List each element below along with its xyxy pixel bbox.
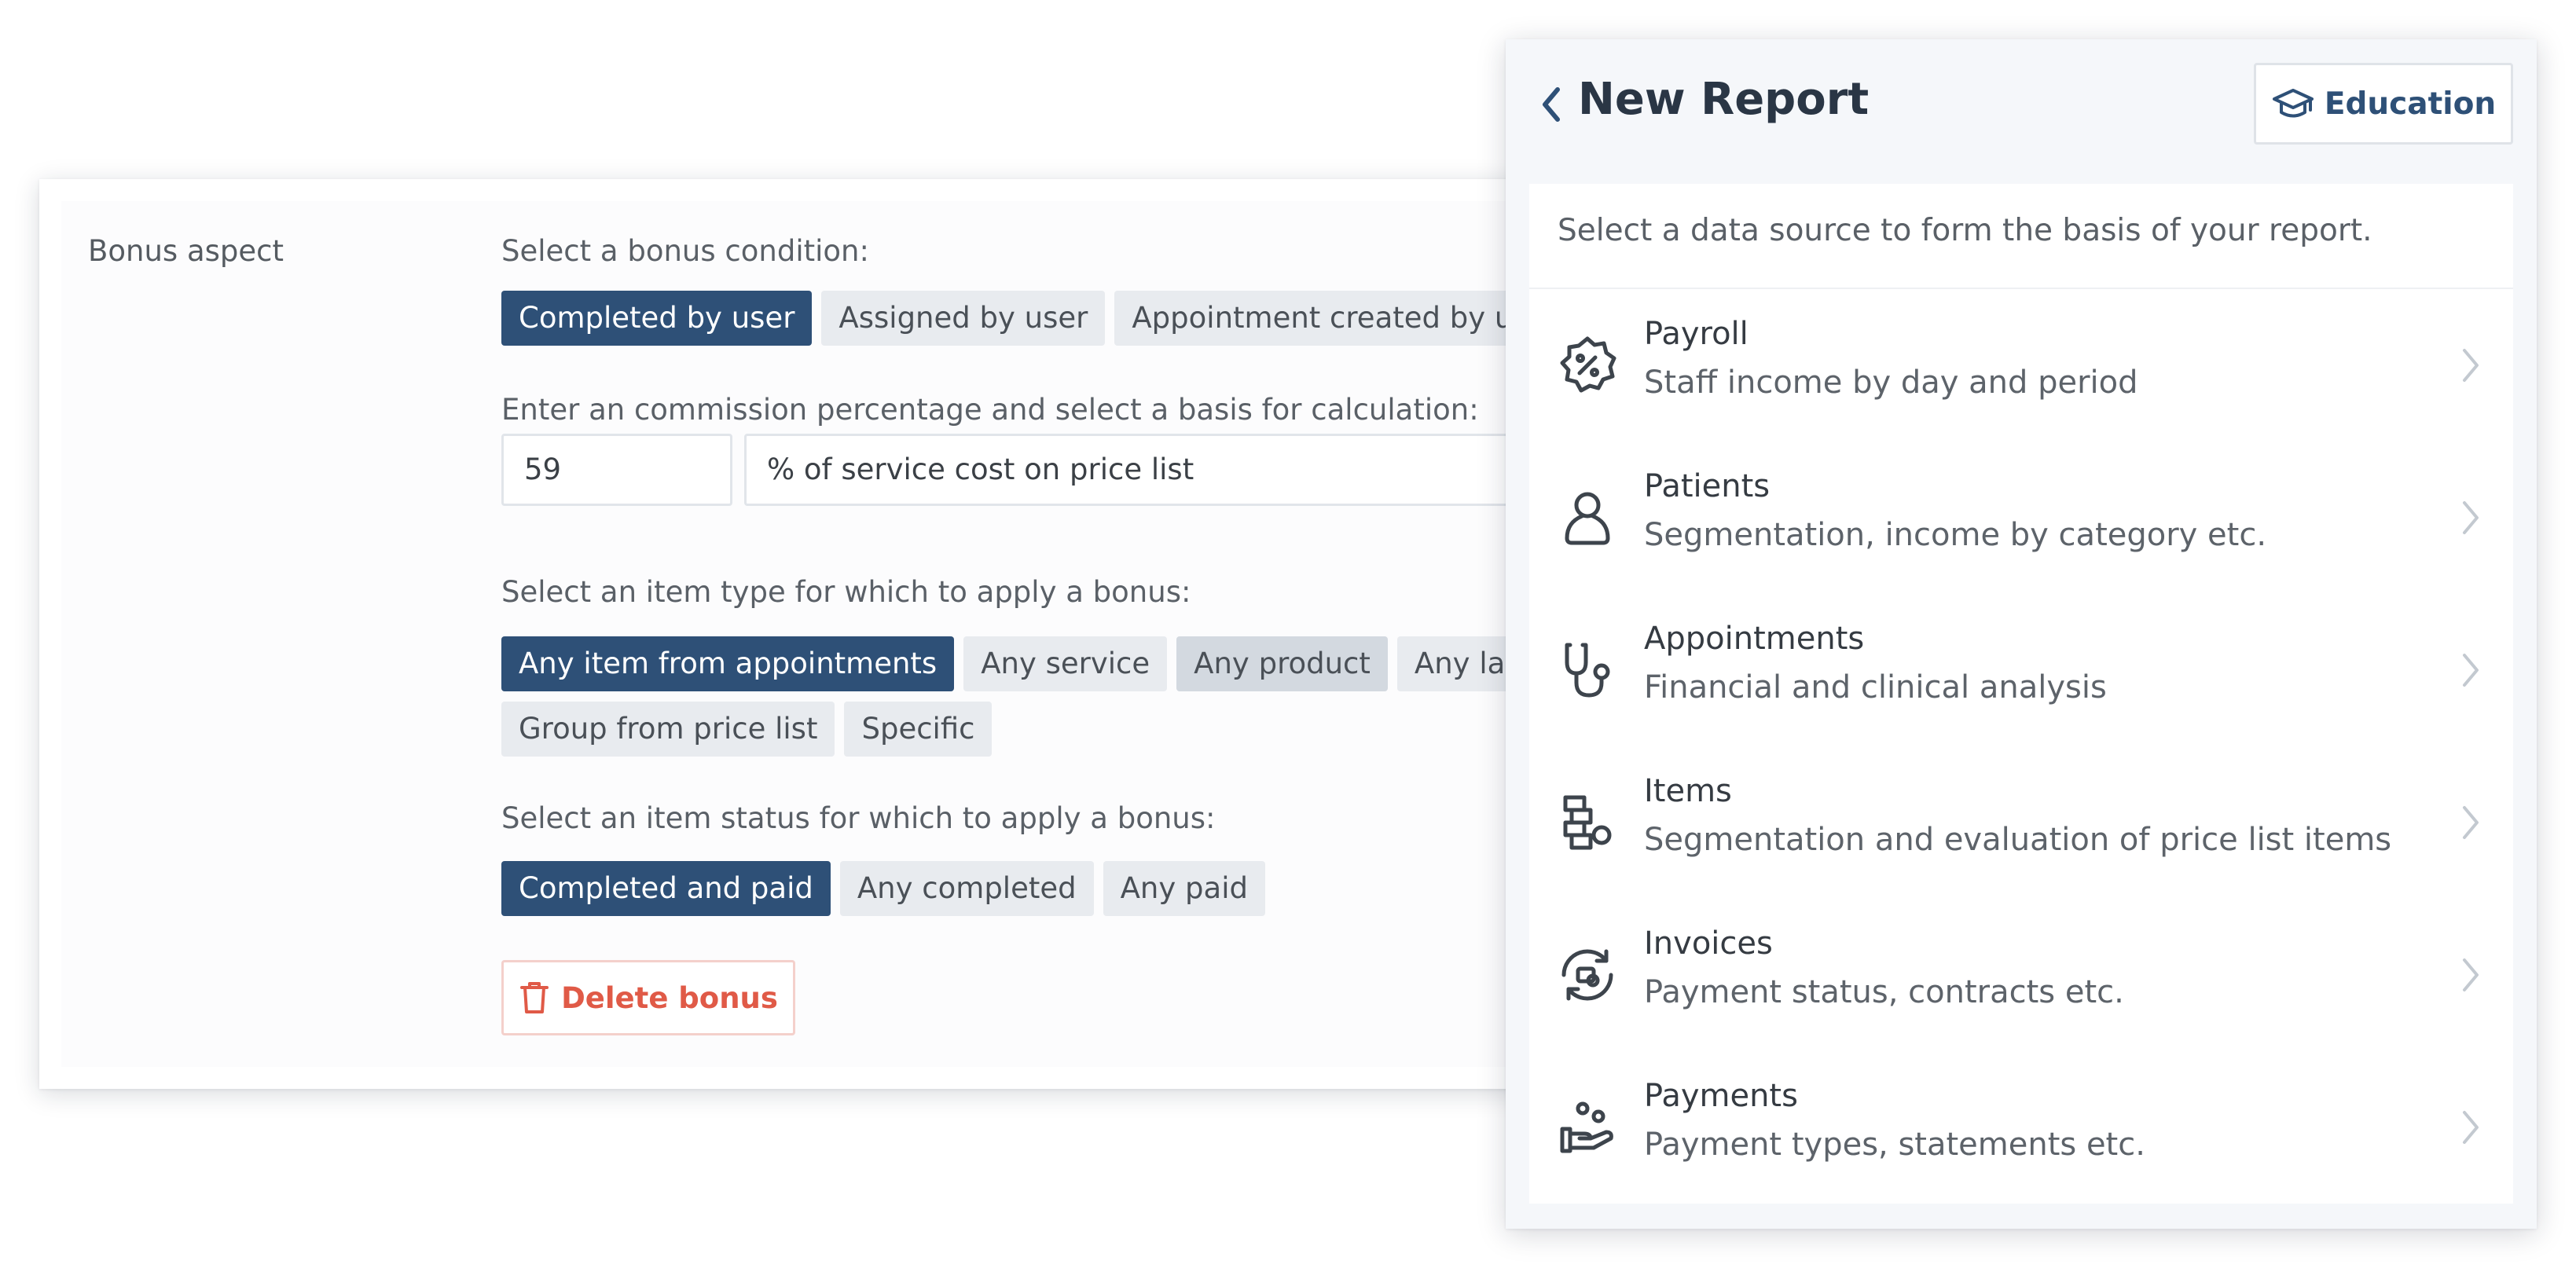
bonus-panel: Bonus aspect Select a bonus condition: C… (61, 201, 1576, 1067)
delete-bonus-button[interactable]: Delete bonus (501, 960, 795, 1035)
item-title: Payments (1644, 1078, 1798, 1114)
chevron-right-icon (2463, 806, 2479, 839)
basis-select[interactable]: % of service cost on price list (744, 434, 1546, 506)
item-subtitle: Segmentation and evaluation of price lis… (1644, 822, 2392, 858)
bonus-aspect-label: Bonus aspect (88, 234, 284, 268)
percent-badge-icon (1560, 336, 1616, 393)
chevron-right-icon (2463, 349, 2479, 382)
percentage-input[interactable]: 59 (501, 434, 732, 506)
chevron-right-icon (2463, 958, 2479, 991)
panel-header: New Report Education (1506, 39, 2537, 184)
bonus-card: Bonus aspect Select a bonus condition: C… (39, 179, 1576, 1089)
commission-label: Enter an commission percentage and selec… (501, 393, 1479, 427)
condition-label: Select a bonus condition: (501, 234, 869, 268)
items-icon (1563, 795, 1612, 850)
item-title: Appointments (1644, 621, 1865, 657)
education-button[interactable]: Education (2254, 63, 2513, 145)
chip-assigned-by-user[interactable]: Assigned by user (821, 291, 1106, 346)
item-subtitle: Financial and clinical analysis (1644, 669, 2107, 705)
status-chips: Completed and paid Any completed Any pai… (501, 861, 1265, 916)
delete-bonus-label: Delete bonus (561, 980, 778, 1015)
chip-any-completed[interactable]: Any completed (839, 861, 1094, 916)
item-subtitle: Payment status, contracts etc. (1644, 974, 2124, 1010)
chip-completed-by-user[interactable]: Completed by user (501, 291, 813, 346)
education-label: Education (2324, 86, 2497, 122)
condition-chips: Completed by user Assigned by user Appoi… (501, 291, 1576, 346)
status-label: Select an item status for which to apply… (501, 801, 1216, 835)
stethoscope-icon (1565, 643, 1610, 698)
person-icon (1565, 492, 1610, 545)
report-item-appointments[interactable]: Appointments Financial and clinical anal… (1529, 594, 2513, 746)
chip-any-paid[interactable]: Any paid (1103, 861, 1265, 916)
invoice-cycle-icon (1561, 949, 1613, 1001)
chip-completed-and-paid[interactable]: Completed and paid (501, 861, 831, 916)
new-report-panel: New Report Education Select a data sourc… (1506, 39, 2537, 1229)
chevron-right-icon (2463, 501, 2479, 534)
report-item-invoices[interactable]: Invoices Payment status, contracts etc. (1529, 899, 2513, 1051)
chip-group-from-price-list[interactable]: Group from price list (501, 702, 835, 757)
item-subtitle: Payment types, statements etc. (1644, 1127, 2145, 1163)
trash-icon (520, 982, 549, 1013)
panel-description: Select a data source to form the basis o… (1529, 184, 2513, 289)
page-title: New Report (1578, 74, 1870, 125)
hand-coins-icon (1560, 1101, 1613, 1153)
data-source-list: Select a data source to form the basis o… (1529, 184, 2513, 1204)
graduation-cap-icon (2272, 89, 2314, 118)
report-item-items[interactable]: Items Segmentation and evaluation of pri… (1529, 746, 2513, 899)
chip-any-service[interactable]: Any service (963, 636, 1168, 691)
item-subtitle: Staff income by day and period (1644, 365, 2138, 401)
chevron-right-icon (2463, 654, 2479, 687)
report-item-payroll[interactable]: Payroll Staff income by day and period (1529, 289, 2513, 442)
item-title: Invoices (1644, 925, 1773, 962)
item-title: Patients (1644, 468, 1771, 504)
report-item-patients[interactable]: Patients Segmentation, income by categor… (1529, 442, 2513, 594)
item-type-chips-row2: Group from price list Specific (501, 702, 993, 757)
chip-specific[interactable]: Specific (844, 702, 993, 757)
item-type-chips-row1: Any item from appointments Any service A… (501, 636, 1541, 691)
report-item-payments[interactable]: Payments Payment types, statements etc. (1529, 1051, 2513, 1204)
chip-any-item-from-appointments[interactable]: Any item from appointments (501, 636, 955, 691)
item-title: Payroll (1644, 316, 1749, 352)
chip-any-product[interactable]: Any product (1176, 636, 1388, 691)
chevron-right-icon (2463, 1111, 2479, 1144)
item-subtitle: Segmentation, income by category etc. (1644, 517, 2267, 553)
item-type-label: Select an item type for which to apply a… (501, 575, 1191, 609)
item-title: Items (1644, 773, 1732, 809)
chevron-left-icon[interactable] (1537, 85, 1564, 124)
